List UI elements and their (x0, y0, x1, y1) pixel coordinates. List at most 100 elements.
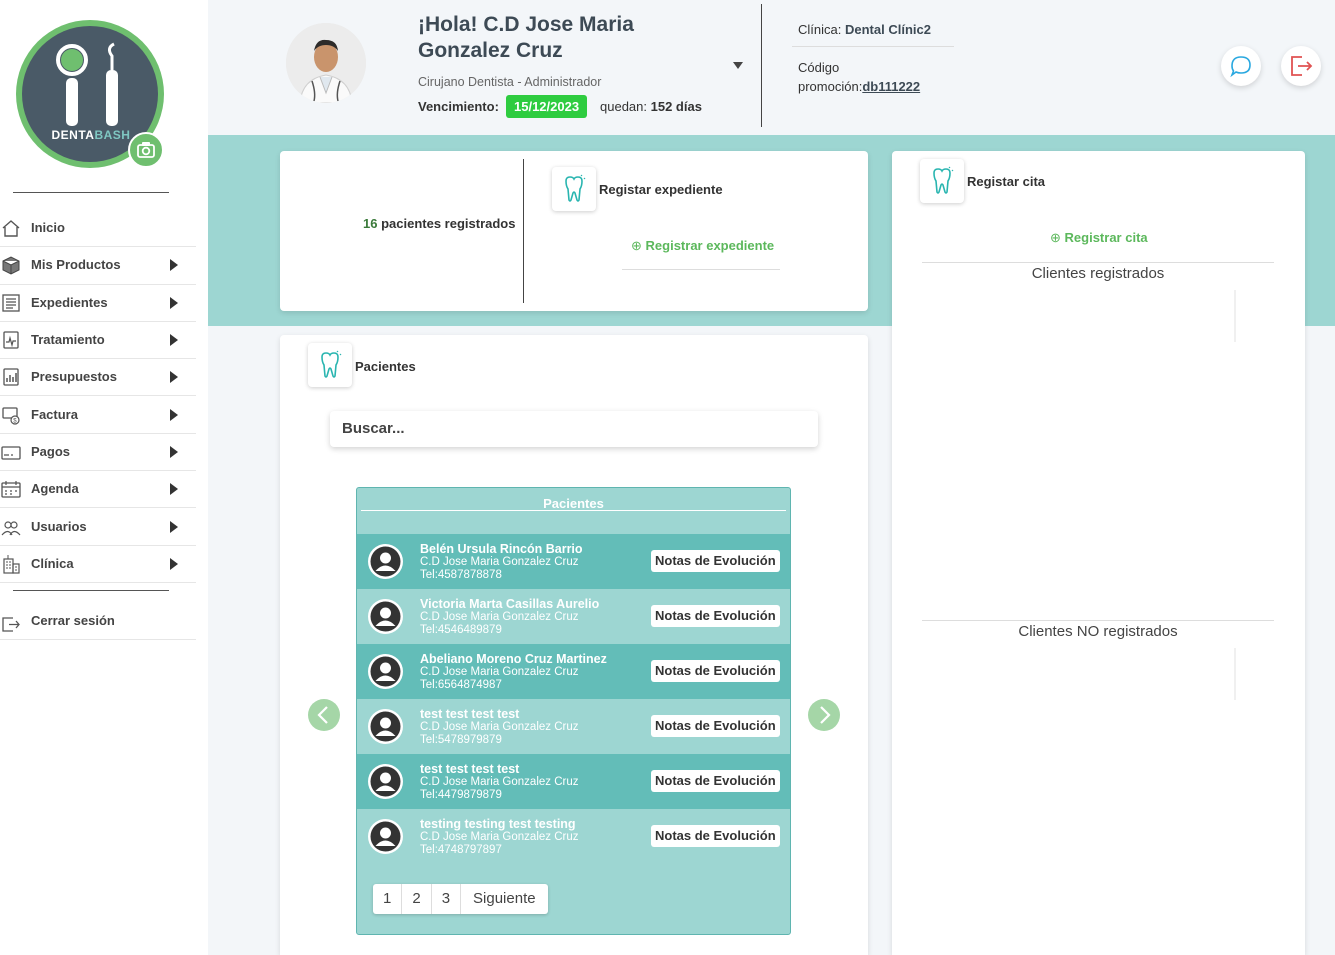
page-3-button[interactable]: 3 (432, 884, 462, 914)
sidebar-item-inicio[interactable]: Inicio (0, 210, 196, 248)
logout-header-button[interactable] (1281, 46, 1321, 86)
treatment-icon (3, 331, 19, 349)
link-underline (622, 269, 780, 270)
tooth-icon (321, 350, 342, 378)
sidebar-item-label: Presupuestos (31, 369, 117, 385)
patient-count-number: 16 (363, 216, 378, 231)
sidebar-item-presupuestos[interactable]: Presupuestos (0, 359, 196, 397)
tooth-icon-box (308, 343, 352, 387)
sidebar: DENTABASH Inicio Mis Productos Expedient… (0, 0, 208, 955)
patient-name[interactable]: test test test test (420, 707, 519, 721)
patient-name[interactable]: testing testing test testing (420, 817, 576, 831)
patient-name[interactable]: Belén Ursula Rincón Barrio (420, 542, 583, 556)
clinic-divider (792, 46, 954, 47)
chevron-right-icon (170, 408, 178, 421)
sidebar-item-expedientes[interactable]: Expedientes (0, 285, 196, 322)
sidebar-item-agenda[interactable]: Agenda (0, 471, 196, 509)
patients-table-header: Pacientes (543, 496, 604, 511)
payment-card-icon (1, 446, 21, 460)
patients-table: Pacientes Belén Ursula Rincón Barrio C.D… (356, 487, 791, 935)
logout-icon (2, 617, 20, 632)
patient-name[interactable]: test test test test (420, 762, 519, 776)
patient-avatar-icon (368, 709, 403, 744)
brand-name-part2: BASH (94, 128, 131, 142)
evolution-notes-button[interactable]: Notas de Evolución (651, 550, 780, 572)
table-row[interactable]: Abeliano Moreno Cruz Martinez C.D Jose M… (357, 644, 790, 699)
promo-code-link[interactable]: db111222 (862, 79, 920, 94)
unregistered-clients-heading: Clientes NO registrados (1018, 623, 1178, 640)
brand-name-part1: DENTA (51, 128, 95, 142)
greeting-heading: ¡Hola! C.D Jose Maria Gonzalez Cruz (418, 13, 634, 62)
expiry-label: Vencimiento: (418, 99, 499, 114)
sidebar-item-label: Factura (31, 406, 78, 422)
plus-circle-icon: ⊕ (631, 238, 642, 253)
chevron-right-icon (170, 557, 178, 570)
register-appointment-link[interactable]: ⊕ Registrar cita (1050, 230, 1148, 246)
sidebar-item-mis-productos[interactable]: Mis Productos (0, 247, 196, 285)
register-record-link[interactable]: ⊕ Registrar expediente (631, 238, 774, 254)
chevron-right-icon (170, 483, 178, 496)
tooth-icon (565, 174, 586, 202)
register-record-link-label: Registrar expediente (645, 238, 775, 253)
evolution-notes-button[interactable]: Notas de Evolución (651, 770, 780, 792)
sidebar-divider (13, 590, 169, 591)
sidebar-item-pagos[interactable]: Pagos (0, 434, 196, 472)
patient-doctor: C.D Jose Maria Gonzalez Cruz (420, 831, 579, 843)
table-row[interactable]: Belén Ursula Rincón Barrio C.D Jose Mari… (357, 534, 790, 589)
logout-button[interactable]: Cerrar sesión (0, 602, 196, 640)
patient-name[interactable]: Abeliano Moreno Cruz Martinez (420, 652, 607, 666)
scrollbar-track[interactable] (1234, 648, 1236, 700)
sidebar-item-clinica[interactable]: Clínica (0, 546, 196, 583)
register-appointment-link-label: Registrar cita (1064, 230, 1148, 245)
user-avatar[interactable] (286, 23, 366, 103)
profile-dropdown-icon[interactable] (733, 62, 743, 69)
chevron-right-icon (170, 520, 178, 533)
chevron-right-icon (170, 296, 178, 309)
table-row[interactable]: test test test test C.D Jose Maria Gonza… (357, 699, 790, 754)
home-icon (2, 220, 20, 237)
chevron-right-icon (170, 259, 178, 272)
patient-doctor: C.D Jose Maria Gonzalez Cruz (420, 666, 579, 678)
table-row[interactable]: testing testing test testing C.D Jose Ma… (357, 809, 790, 864)
patient-phone: Tel:4479879879 (420, 789, 502, 801)
patient-count-text: pacientes registrados (381, 216, 516, 231)
page-2-button[interactable]: 2 (402, 884, 432, 914)
chat-bubble-icon (1230, 56, 1251, 78)
sidebar-item-label: Expedientes (31, 294, 108, 310)
table-header-divider (361, 510, 786, 511)
evolution-notes-button[interactable]: Notas de Evolución (651, 825, 780, 847)
sidebar-item-label: Mis Productos (31, 257, 121, 273)
clinic-label: Clínica: (798, 22, 842, 37)
evolution-notes-button[interactable]: Notas de Evolución (651, 715, 780, 737)
patient-avatar-icon (368, 764, 403, 799)
patient-search-input[interactable]: Buscar... (330, 411, 818, 447)
scrollbar-track[interactable] (1234, 290, 1236, 342)
sidebar-nav: Inicio Mis Productos Expedientes Tratami… (0, 210, 196, 583)
table-row[interactable]: test test test test C.D Jose Maria Gonza… (357, 754, 790, 809)
sidebar-item-label: Usuarios (31, 518, 87, 534)
evolution-notes-button[interactable]: Notas de Evolución (651, 660, 780, 682)
change-photo-button[interactable] (128, 132, 164, 168)
next-page-button[interactable] (808, 699, 840, 731)
patient-name[interactable]: Victoria Marta Casillas Aurelio (420, 597, 599, 611)
chat-button[interactable] (1221, 46, 1261, 86)
page-1-button[interactable]: 1 (373, 884, 403, 914)
sidebar-item-label: Pagos (31, 443, 71, 459)
sidebar-item-factura[interactable]: $ Factura (0, 396, 196, 434)
sidebar-item-usuarios[interactable]: Usuarios (0, 508, 196, 546)
remaining-label: quedan: (600, 99, 647, 114)
evolution-notes-button[interactable]: Notas de Evolución (651, 605, 780, 627)
next-page-link[interactable]: Siguiente (461, 884, 548, 914)
patient-doctor: C.D Jose Maria Gonzalez Cruz (420, 611, 579, 623)
patient-avatar-icon (368, 599, 403, 634)
doctor-photo (286, 23, 366, 103)
tooth-icon (933, 166, 954, 194)
sidebar-item-label: Clínica (31, 555, 74, 571)
sidebar-item-tratamiento[interactable]: Tratamiento (0, 322, 196, 360)
table-row[interactable]: Victoria Marta Casillas Aurelio C.D Jose… (357, 589, 790, 644)
top-header: ¡Hola! C.D Jose Maria Gonzalez Cruz Ciru… (208, 0, 1335, 135)
sidebar-item-label: Agenda (31, 480, 79, 496)
prev-page-button[interactable] (308, 699, 340, 731)
patient-doctor: C.D Jose Maria Gonzalez Cruz (420, 556, 579, 568)
building-icon (3, 554, 20, 574)
